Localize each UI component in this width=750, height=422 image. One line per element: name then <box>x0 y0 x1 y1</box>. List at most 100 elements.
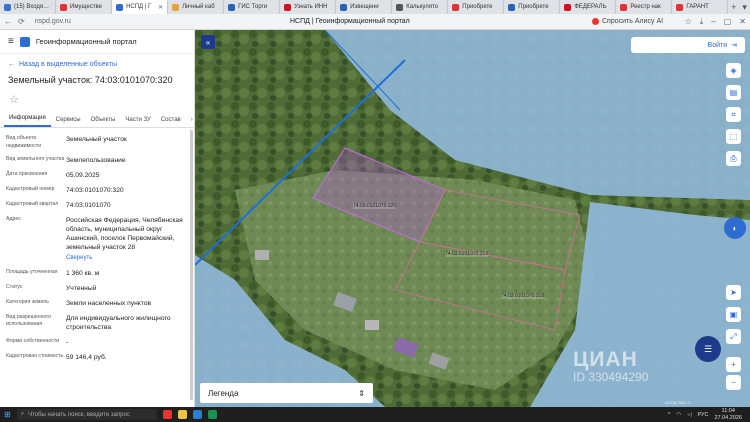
object-tab[interactable]: Состав <box>156 117 186 127</box>
attribute-value-text: 74:03:0101070 <box>66 202 111 210</box>
browser-tab[interactable]: ГИС Торги <box>224 0 281 14</box>
browser-tab[interactable]: ФЕДЕРАЛЬ <box>560 0 617 14</box>
attribute-key: Кадастровый квартал <box>6 201 59 208</box>
attribute-row: Статус Учтенный <box>6 281 194 296</box>
print-icon[interactable]: ⎙ <box>726 151 741 166</box>
zoom-out-icon[interactable]: − <box>726 375 741 390</box>
new-tab-button[interactable]: + <box>728 2 739 12</box>
browser-tab[interactable]: (15) Входя… <box>0 0 57 14</box>
attribute-row: Дата присвоения 05.09.2025 <box>6 168 194 183</box>
taskbar-search[interactable]: ⌕ Чтобы начать поиск, введите запрос <box>16 409 157 420</box>
reload-icon[interactable]: ⟳ <box>18 17 25 26</box>
tab-label: ФЕДЕРАЛЬ <box>574 4 607 10</box>
tabs-scroll-right-icon[interactable]: › <box>186 117 194 127</box>
info-badge-icon[interactable]: ◐ <box>724 217 746 239</box>
object-tab[interactable]: Объекты <box>86 117 121 127</box>
alice-ai-button[interactable]: Спросить Алису AI <box>592 18 663 25</box>
parcel-label-319: 74:03:0101070:319 <box>445 251 489 257</box>
language-indicator[interactable]: РУС <box>697 412 708 418</box>
sidebar-scrollbar[interactable] <box>190 130 193 400</box>
tab-label: Приобрете <box>462 4 493 10</box>
tab-favicon-icon <box>172 3 180 11</box>
chat-icon[interactable]: ☰ <box>695 336 721 362</box>
browser-tab[interactable]: ГАРАНТ <box>672 0 729 14</box>
tab-menu-icon[interactable]: ▾ <box>739 2 750 13</box>
browser-tab[interactable]: Имуществе <box>56 0 113 14</box>
object-tab[interactable]: Части ЗУ <box>120 117 155 127</box>
back-to-selected-link[interactable]: ← Назад в выделенные объекты <box>0 54 194 68</box>
object-tab[interactable]: Информация <box>4 115 51 127</box>
word-icon[interactable] <box>192 410 202 419</box>
tab-favicon-icon <box>564 3 572 11</box>
tab-favicon-icon <box>228 3 236 11</box>
attribute-value: Для индивидуального жилищного строительс… <box>66 314 184 332</box>
basemap-icon[interactable]: ▤ <box>726 85 741 100</box>
object-tab[interactable]: Сервисы <box>51 117 86 127</box>
browser-tab[interactable]: Приобрете <box>448 0 505 14</box>
clock-date: 27.04.2026 <box>714 414 742 421</box>
tab-favicon-icon <box>396 3 404 11</box>
layout-icon[interactable]: ▣ <box>726 307 741 322</box>
expand-legend-icon[interactable]: ⇕ <box>358 389 365 398</box>
attribute-value: Учтенный <box>66 284 184 293</box>
attribute-key: Площадь уточненная <box>6 268 58 275</box>
clock[interactable]: 11:04 27.04.2026 <box>714 408 742 420</box>
close-tab-icon[interactable]: ✕ <box>158 4 163 11</box>
tab-favicon-icon <box>508 3 516 11</box>
parcel-label-320: 74:03:0101070:320 <box>353 203 397 209</box>
windows-start-icon[interactable]: ⊞ <box>4 410 11 419</box>
search-icon: ⌕ <box>20 411 25 417</box>
attribute-key: Категория земель <box>6 298 49 305</box>
collapse-address-link[interactable]: Свернуть <box>66 254 184 262</box>
browser-tab[interactable]: Извещени <box>336 0 393 14</box>
browser-tab[interactable]: Личный каб <box>168 0 225 14</box>
attribute-value-text: Российская Федерация, Челябинская област… <box>66 217 183 252</box>
attribute-row: Кадастровая стоимость 59 146,4 руб. <box>6 350 194 365</box>
page-title: НСПД | Геоинформационный портал <box>290 18 410 25</box>
browser-tab[interactable]: Калькулято <box>392 0 449 14</box>
browser-tab[interactable]: Приобрете <box>504 0 561 14</box>
portal-title: Геоинформационный портал <box>35 37 137 46</box>
url-text[interactable]: nspd.gov.ru <box>35 18 71 25</box>
download-icon[interactable]: ⤓ <box>700 17 704 27</box>
minimize-icon[interactable]: – <box>711 17 715 27</box>
menu-icon[interactable]: ≡ <box>8 36 14 47</box>
select-area-icon[interactable]: ⬚ <box>726 129 741 144</box>
volume-icon[interactable]: ◁ <box>687 412 691 418</box>
tab-label: Приобрете <box>518 4 549 10</box>
attribute-row: Форма собственности - <box>6 335 194 350</box>
attribute-key: Дата присвоения <box>6 171 48 178</box>
browser-tab[interactable]: НСПД | Г ✕ <box>112 0 169 14</box>
object-tabs: Информация Сервисы Объекты Части ЗУ Состав › <box>0 112 194 128</box>
favorite-star-icon[interactable]: ☆ <box>0 85 194 106</box>
wifi-icon[interactable]: ◠ <box>676 412 681 418</box>
tray-arrow-icon[interactable]: ^ <box>668 412 671 418</box>
bookmark-icon[interactable]: ☆ <box>685 17 692 27</box>
collapse-sidebar-button[interactable]: « <box>201 35 215 49</box>
measure-icon[interactable]: ⌗ <box>726 107 741 122</box>
parcel-label-318: 74:03:0101070:318 <box>501 293 545 299</box>
arrow-left-icon: ← <box>8 61 15 68</box>
layers-icon[interactable]: ◈ <box>726 63 741 78</box>
tab-favicon-icon <box>452 3 460 11</box>
tab-label: ГИС Торги <box>238 4 268 10</box>
close-window-icon[interactable]: ✕ <box>739 17 746 27</box>
locate-icon[interactable]: ➤ <box>726 285 741 300</box>
excel-icon[interactable] <box>207 410 217 419</box>
fullscreen-icon[interactable]: ⤢ <box>726 329 741 344</box>
map-view[interactable]: 74:03:0101070:320 74:03:0101070:319 74:0… <box>195 30 750 407</box>
back-icon[interactable]: ← <box>4 17 12 26</box>
object-info-sidebar: ≡ Геоинформационный портал ← Назад в выд… <box>0 30 195 407</box>
maximize-icon[interactable]: ▢ <box>724 17 732 27</box>
legend-panel[interactable]: Легенда ⇕ <box>200 383 373 403</box>
browser-tab[interactable]: Узнать ИНН <box>280 0 337 14</box>
yandex-browser-icon[interactable] <box>162 410 172 419</box>
attribute-list: Вид объекта недвижимости Земельный участо… <box>0 128 194 365</box>
file-explorer-icon[interactable] <box>177 410 187 419</box>
browser-tab[interactable]: Реестр нак <box>616 0 673 14</box>
map-canvas <box>195 30 750 407</box>
login-button[interactable]: Войти ⇥ <box>631 37 745 53</box>
attribute-value-text: Для индивидуального жилищного строительс… <box>66 314 171 331</box>
zoom-in-icon[interactable]: + <box>726 357 741 372</box>
portal-logo <box>19 36 30 47</box>
